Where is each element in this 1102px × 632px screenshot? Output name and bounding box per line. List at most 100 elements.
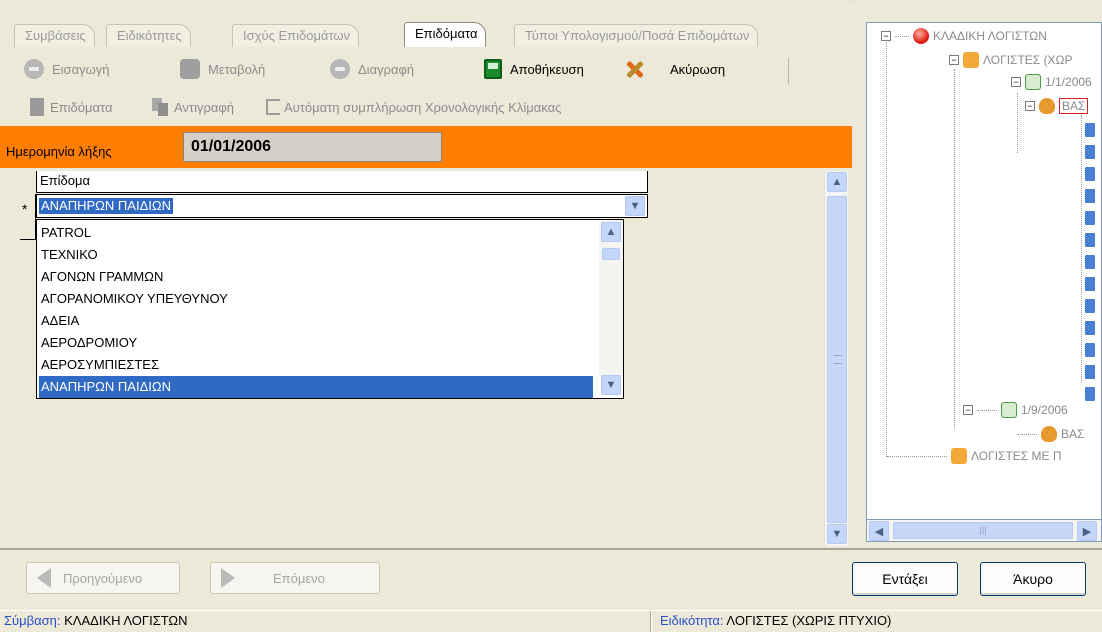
sheet-icon — [1085, 387, 1095, 401]
list-item[interactable]: ΤΕΧΝΙΚΟ — [39, 244, 593, 266]
column-header-allowance[interactable]: Επίδομα — [36, 171, 648, 193]
tree-leaf[interactable] — [1085, 231, 1095, 249]
chevron-down-icon[interactable]: ▼ — [827, 524, 847, 544]
list-item[interactable]: ΑΔΕΙΑ — [39, 310, 593, 332]
tree-leaf[interactable] — [1085, 253, 1095, 271]
next-button[interactable]: Επόμενο — [210, 562, 380, 594]
arrow-left-icon — [37, 568, 51, 588]
tab-contracts[interactable]: Συμβάσεις — [14, 24, 95, 47]
dialog-cancel-button[interactable]: Άκυρο — [980, 562, 1086, 596]
dropdown-scroll-thumb[interactable] — [602, 248, 620, 260]
dropdown-scrollbar[interactable]: ▲ — [599, 220, 623, 376]
chevron-down-icon[interactable]: ▼ — [625, 196, 645, 216]
modify-label: Μεταβολή — [208, 61, 266, 77]
sheet-icon — [1085, 233, 1095, 247]
chevron-down-icon[interactable]: ▼ — [601, 375, 621, 395]
tab-allowance-validity[interactable]: Ισχύς Επιδομάτων — [232, 24, 360, 47]
insert-button[interactable]: Εισαγωγή — [24, 56, 109, 82]
sheet-icon — [1085, 343, 1095, 357]
tree-node-date[interactable]: − 1/1/2006 — [1011, 73, 1092, 91]
people-icon — [951, 448, 967, 464]
tree-line — [1017, 93, 1018, 153]
grid-vertical-scrollbar[interactable]: ▲ ▼ — [824, 171, 848, 546]
insert-label: Εισαγωγή — [52, 61, 110, 77]
tree-leaf[interactable] — [1085, 209, 1095, 227]
delete-button[interactable]: Διαγραφή — [330, 56, 414, 82]
expiry-date-field[interactable]: 01/01/2006 — [183, 132, 442, 162]
allowance-dropdown-list: PATROL ΤΕΧΝΙΚΟ ΑΓΟΝΩΝ ΓΡΑΜΜΩΝ ΑΓΟΡΑΝΟΜΙΚ… — [36, 219, 624, 399]
tree-node-label: ΛΟΓΙΣΤΕΣ ΜΕ Π — [971, 449, 1062, 463]
copy-button[interactable]: Αντιγραφή — [152, 94, 234, 120]
document-icon — [30, 98, 44, 116]
tree-line — [887, 455, 947, 457]
previous-button[interactable]: Προηγούμενο — [26, 562, 180, 594]
tree-leaf[interactable] — [1085, 385, 1095, 403]
money-bag-icon — [1041, 426, 1057, 442]
sheet-icon — [1085, 167, 1095, 181]
autofill-icon — [266, 99, 280, 115]
chevron-left-icon[interactable]: ◀ — [869, 521, 889, 541]
list-item[interactable]: ΑΕΡΟΣΥΜΠΙΕΣΤΕΣ — [39, 354, 593, 376]
tree-leaf[interactable] — [1085, 275, 1095, 293]
autofill-button[interactable]: Αυτόματη συμπλήρωση Χρονολογικής Κλίμακα… — [266, 94, 561, 120]
tree-line — [1081, 115, 1082, 383]
tree-leaf[interactable] — [1085, 165, 1095, 183]
chevron-right-icon[interactable]: ▶ — [1077, 521, 1097, 541]
chevron-up-icon[interactable]: ▲ — [827, 172, 847, 192]
cancel-edit-button[interactable]: Ακύρωση — [624, 56, 725, 82]
collapse-icon[interactable]: − — [963, 405, 973, 415]
list-item[interactable]: ΑΕΡΟΔΡΟΜΙΟΥ — [39, 332, 593, 354]
money-bag-icon — [1039, 98, 1055, 114]
tree-node-specialty[interactable]: ΛΟΓΙΣΤΕΣ ΜΕ Π — [887, 447, 1062, 465]
list-item[interactable]: ΑΓΟΡΑΝΟΜΙΚΟΥ ΥΠΕΥΘΥΝΟΥ — [39, 288, 593, 310]
tree-node-root[interactable]: − ΚΛΑΔΙΚΗ ΛΟΓΙΣΤΩΝ — [881, 27, 1047, 45]
tree-horizontal-scrollbar[interactable]: ◀ ||| ▶ — [866, 520, 1102, 542]
collapse-icon[interactable]: − — [1025, 101, 1035, 111]
allowance-combobox[interactable]: ΑΝΑΠΗΡΩΝ ΠΑΙΔΙΩΝ ▼ — [36, 194, 648, 218]
collapse-icon[interactable]: − — [949, 55, 959, 65]
tree-leaf[interactable] — [1085, 187, 1095, 205]
tree-line — [895, 35, 909, 37]
people-icon — [963, 52, 979, 68]
tree-node-allowance[interactable]: − ΒΑΣ — [1025, 97, 1089, 115]
save-button[interactable]: Αποθήκευση — [484, 56, 584, 82]
tree-leaf[interactable] — [1085, 143, 1095, 161]
tree-leaf[interactable] — [1085, 341, 1095, 359]
cancel-x-icon — [624, 58, 646, 80]
list-item[interactable]: ΑΓΟΝΩΝ ΓΡΑΜΜΩΝ — [39, 266, 593, 288]
list-item[interactable]: PATROL — [39, 222, 593, 244]
previous-label: Προηγούμενο — [63, 570, 143, 586]
tree-scroll-thumb[interactable]: ||| — [893, 522, 1073, 539]
status-bar: Σύμβαση: ΚΛΑΔΙΚΗ ΛΟΓΙΣΤΩΝ Ειδικότητα: ΛΟ… — [0, 610, 1102, 632]
chevron-up-icon[interactable]: ▲ — [601, 222, 621, 242]
tab-allowances[interactable]: Επιδόματα — [404, 22, 487, 47]
arrow-right-icon — [221, 568, 235, 588]
new-row-marker: * — [22, 201, 28, 217]
ok-button[interactable]: Εντάξει — [852, 562, 958, 596]
tab-specialties[interactable]: Ειδικότητες — [106, 24, 191, 47]
tree-leaf[interactable] — [1085, 363, 1095, 381]
tab-label: Τύποι Υπολογισμού/Ποσά Επιδομάτων — [525, 28, 750, 43]
tree-node-specialty[interactable]: − ΛΟΓΙΣΤΕΣ (ΧΩΡ — [949, 51, 1073, 69]
tree-leaf[interactable] — [1085, 297, 1095, 315]
tree-node-label: 1/1/2006 — [1045, 75, 1092, 89]
list-item-selected[interactable]: ΑΝΑΠΗΡΩΝ ΠΑΙΔΙΩΝ — [39, 376, 593, 398]
sheet-icon — [1085, 189, 1095, 203]
collapse-icon[interactable]: − — [881, 31, 891, 41]
secondary-toolbar: Επιδόματα Αντιγραφή Αυτόματη συμπλήρωση … — [14, 94, 804, 118]
status-specialty-value: ΛΟΓΙΣΤΕΣ (ΧΩΡΙΣ ΠΤΥΧΙΟ) — [726, 613, 892, 628]
autofill-label: Αυτόματη συμπλήρωση Χρονολογικής Κλίμακα… — [284, 99, 562, 115]
status-divider — [650, 611, 652, 632]
tree-node-allowance[interactable]: ΒΑΣ — [1017, 425, 1084, 443]
tree-leaf[interactable] — [1085, 121, 1095, 139]
tree-node-date[interactable]: − 1/9/2006 — [963, 401, 1068, 419]
modify-button[interactable]: Μεταβολή — [180, 56, 265, 82]
grid-scroll-thumb[interactable] — [827, 196, 847, 523]
tree-leaf[interactable] — [1085, 319, 1095, 337]
tree-node-label: 1/9/2006 — [1021, 403, 1068, 417]
tab-calculation-types[interactable]: Τύποι Υπολογισμού/Ποσά Επιδομάτων — [514, 24, 759, 47]
collapse-icon[interactable]: − — [1011, 77, 1021, 87]
allowances-button[interactable]: Επιδόματα — [30, 94, 112, 120]
sheet-icon — [1085, 365, 1095, 379]
tab-label: Ειδικότητες — [117, 28, 182, 43]
